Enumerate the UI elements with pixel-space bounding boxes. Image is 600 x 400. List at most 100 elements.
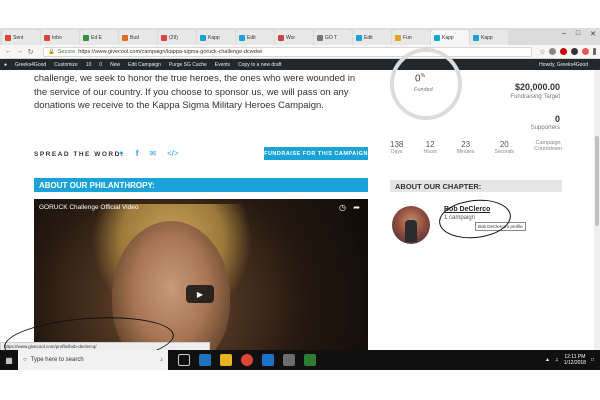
supporters-value: 0 [554,114,560,124]
store-icon[interactable] [262,354,274,366]
taskbar-search-placeholder: Type here to search [30,357,84,363]
extension-icons [549,48,596,55]
browser-tab[interactable]: Edit [353,30,391,45]
wp-bar-new[interactable]: New [110,62,120,68]
volume-icon[interactable]: ♫ [555,357,559,363]
app-icon[interactable] [304,354,316,366]
browser-tab[interactable]: Bud [119,30,157,45]
avatar-figure [405,220,417,242]
taskbar-search[interactable]: ○ Type here to search ♪ [18,350,168,370]
notification-icon[interactable]: □ [591,357,594,363]
philanthropy-heading: ABOUT OUR PHILANTHROPY: [34,178,368,192]
countdown-seconds: 20 Seconds [495,140,514,155]
play-icon[interactable]: ▶ [186,285,214,303]
maximize-icon[interactable]: □ [576,30,580,38]
fundraise-button[interactable]: FUNDRAISE FOR THIS CAMPAIGN [264,147,368,160]
browser-tab[interactable]: Kapp [470,30,508,45]
browser-tab[interactable]: Ed E [80,30,118,45]
file-explorer-icon[interactable] [220,354,232,366]
annotation-circle [437,196,513,242]
extension-icon[interactable] [571,48,578,55]
share-icons: ✦ f ✉ </> [118,149,179,158]
supporters-label: Supporters [530,125,560,131]
forward-icon[interactable]: → [15,48,24,55]
countdown-unit: Seconds [494,149,515,155]
task-view-icon[interactable] [178,354,190,366]
twitter-icon[interactable]: ✦ [118,149,125,158]
countdown-number: 12 [425,140,435,149]
browser-tab[interactable]: Kapp [197,30,235,45]
page-content: challenge, we seek to honor the true her… [0,48,600,389]
wp-bar-comments[interactable]: 0 [99,62,102,68]
edge-icon[interactable] [199,354,211,366]
facebook-icon[interactable]: f [136,149,139,158]
browser-tab[interactable]: Sent [2,30,40,45]
extension-icon[interactable] [549,48,556,55]
funded-widget: 0% Funded [390,48,462,120]
tab-favicon [122,34,128,41]
wp-admin-bar: ● Greeks4Good Customize 10 0 New Edit Ca… [0,59,600,70]
tab-favicon [5,34,11,41]
tab-favicon [200,34,206,41]
windows-start-icon[interactable]: ▦ [0,350,18,370]
network-icon[interactable]: ▲ [545,357,550,363]
share-icon[interactable]: ➦ [353,203,360,212]
extension-icon[interactable] [560,48,567,55]
browser-tab-active[interactable]: Kapp [431,30,469,45]
app-icon[interactable] [283,354,295,366]
wp-bar-events[interactable]: Events [215,62,230,68]
wp-bar-updates[interactable]: 10 [86,62,92,68]
minimize-icon[interactable]: – [562,30,566,38]
back-icon[interactable]: ← [4,48,13,55]
taskbar-clock[interactable]: 12:11 PM 1/12/2018 [564,354,586,366]
tab-favicon [473,34,479,41]
avatar[interactable] [392,206,430,244]
video-title[interactable]: GORUCK Challenge Official Video [39,204,138,211]
target-value: $20,000.00 [514,82,560,92]
address-bar: ← → ↻ 🔒 Secure https://www.givecool.com/… [0,45,600,59]
spread-the-word-label: SPREAD THE WORD: [34,151,125,158]
close-icon[interactable]: ✕ [590,30,596,38]
url-input[interactable]: 🔒 Secure https://www.givecool.com/campai… [43,46,532,57]
search-icon: ○ [23,357,27,363]
watch-later-icon[interactable]: ◷ [339,203,346,212]
funded-percent: 0% [415,73,425,84]
tab-favicon [395,34,401,41]
taskbar-apps [178,354,316,366]
countdown-number: 138 [390,140,404,149]
wp-bar-copy-draft[interactable]: Copy to a new draft [238,62,281,68]
funded-ring [390,48,462,120]
email-icon[interactable]: ✉ [149,149,156,158]
browser-tab[interactable]: Edit [236,30,274,45]
tab-favicon [239,34,245,41]
tab-favicon [83,34,89,41]
browser-tab[interactable]: Inbo [41,30,79,45]
wp-bar-howdy[interactable]: Howdy, Greeks4Good [539,62,588,68]
countdown-number: 23 [461,140,471,149]
wordpress-icon[interactable]: ● [4,62,7,68]
wp-bar-purge-cache[interactable]: Purge SG Cache [169,62,207,68]
secure-label: Secure [57,48,76,55]
wp-bar-customize[interactable]: Customize [54,62,78,68]
campaign-countdown: 138 Days 12 Hours 23 Minutes 20 Seconds Camp… [390,140,562,155]
windows-taskbar: ▦ ○ Type here to search ♪ ▲ ♫ 12:11 PM 1… [0,350,600,370]
browser-tab[interactable]: Wor [275,30,313,45]
menu-icon[interactable] [593,48,596,55]
chrome-icon[interactable] [241,354,253,366]
url-text: https://www.givecool.com/campaign/kappa-… [78,48,263,55]
tab-favicon [356,34,362,41]
page-scrollbar[interactable] [594,70,600,350]
browser-tab[interactable]: GO T [314,30,352,45]
countdown-minutes: 23 Minutes [457,140,475,155]
wp-bar-edit-campaign[interactable]: Edit Campaign [128,62,161,68]
microphone-icon[interactable]: ♪ [160,357,163,363]
scrollbar-thumb[interactable] [595,136,599,226]
extension-icon[interactable] [582,48,589,55]
browser-tab[interactable]: Fun [392,30,430,45]
star-icon[interactable]: ☆ [538,48,547,56]
wp-bar-site[interactable]: Greeks4Good [15,62,46,68]
embed-icon[interactable]: </> [167,149,179,158]
reload-icon[interactable]: ↻ [26,48,35,56]
percent-sign: % [420,73,426,79]
browser-tab[interactable]: (29) [158,30,196,45]
